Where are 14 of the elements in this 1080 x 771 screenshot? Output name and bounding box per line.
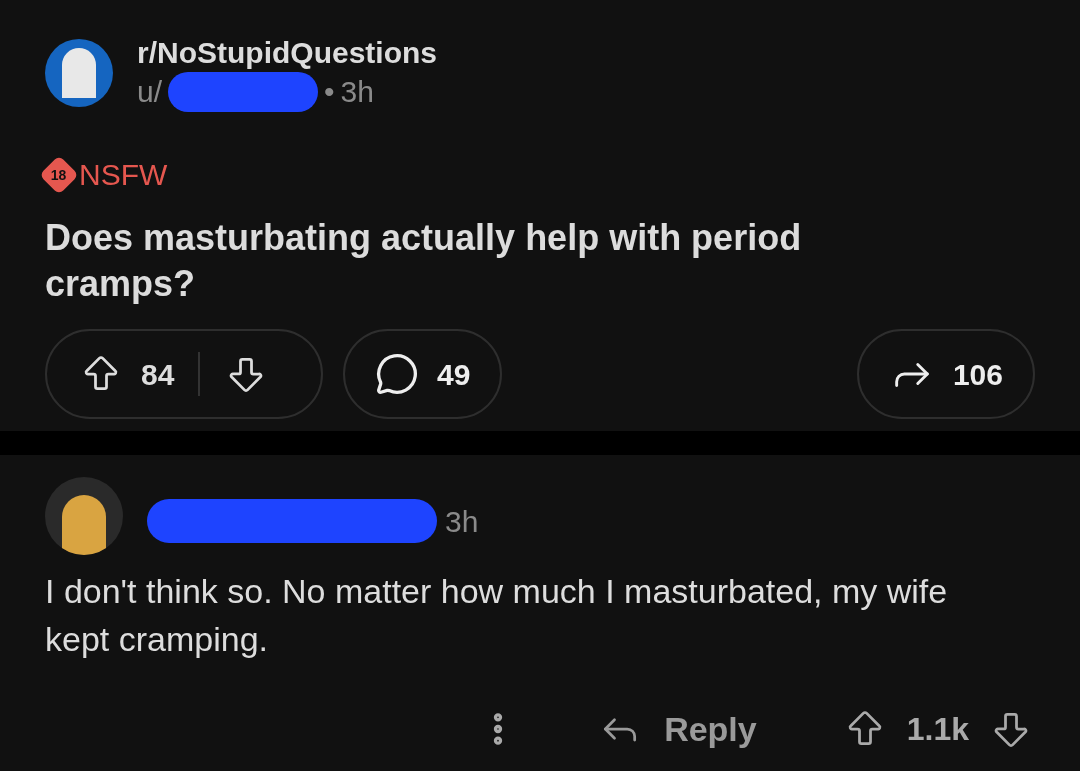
comment-icon bbox=[375, 352, 419, 396]
nsfw-label: NSFW bbox=[79, 157, 168, 193]
username-prefix: u/ bbox=[137, 74, 163, 110]
separator-dot: • bbox=[324, 74, 335, 110]
comments-button[interactable]: 49 bbox=[343, 329, 503, 419]
reply-button[interactable]: Reply bbox=[598, 703, 757, 755]
post-title: Does masturbating actually help with period cramps? bbox=[45, 216, 803, 306]
post-time: 3h bbox=[340, 74, 374, 110]
subreddit-name[interactable]: r/NoStupidQuestions bbox=[137, 34, 437, 72]
comment-text: I don't think so. No matter how much I masturbated, my wife kept cramping. bbox=[45, 571, 949, 660]
comment-score: 1.1k bbox=[906, 710, 969, 749]
comment-time: 3h bbox=[445, 503, 479, 540]
share-button[interactable]: 106 bbox=[856, 329, 1035, 419]
vote-count: 84 bbox=[141, 356, 175, 393]
